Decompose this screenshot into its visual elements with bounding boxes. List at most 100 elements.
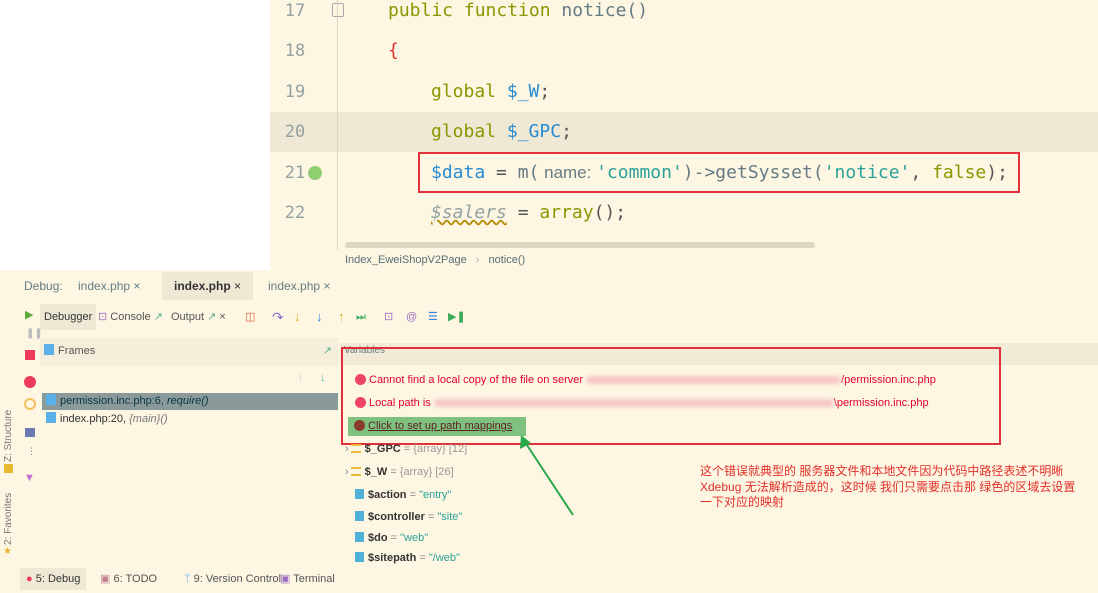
breadcrumb-method[interactable]: notice() (489, 254, 526, 266)
code-lines[interactable]: 17 18 19 20 21 22 public function notice… (270, 0, 1098, 250)
star-icon: ★ (3, 546, 12, 557)
var-eq: = (416, 552, 429, 564)
fold-icon[interactable] (332, 3, 344, 17)
line-number: 22 (284, 203, 306, 223)
array-icon (350, 467, 361, 476)
string-icon (355, 532, 364, 542)
pin-arrow-icon[interactable]: ↗ (323, 338, 332, 364)
tab-label: Console (110, 311, 151, 323)
stop-icon[interactable] (25, 350, 35, 360)
tab-output[interactable]: Output ↗ × (171, 304, 226, 330)
code-token: global (431, 121, 497, 142)
variable-row[interactable]: $controller = "site" (345, 508, 462, 526)
annotation-arrow (520, 435, 574, 516)
frame-item[interactable]: index.php:20, {main}() (42, 411, 338, 428)
close-icon[interactable]: × (133, 279, 140, 293)
code-token: public function (388, 0, 551, 21)
horizontal-scrollbar[interactable] (345, 242, 815, 248)
restore-layout-icon[interactable]: ◫ (245, 304, 255, 330)
tab-label: index.php (268, 279, 321, 293)
frame-item[interactable]: permission.inc.php:6, require() (42, 393, 338, 410)
code-token: ; (539, 81, 551, 102)
frame-function: require() (167, 395, 209, 407)
variable-row[interactable]: $action = "entry" (345, 486, 451, 504)
pin-arrow-icon: ↗ (153, 311, 163, 323)
evaluate-icon[interactable]: ⊡ (384, 304, 393, 330)
breadcrumb-class[interactable]: Index_EweiShopV2Page (345, 254, 467, 266)
terminal-icon: ▣ (280, 573, 291, 585)
code-token: notice() (550, 0, 649, 21)
button-label: 6: TODO (113, 573, 158, 585)
close-icon[interactable]: × (219, 311, 225, 323)
file-icon (46, 394, 56, 405)
step-into-icon[interactable]: ↓ (294, 304, 301, 330)
console-icon: ⊡ (98, 311, 108, 323)
resume-icon[interactable]: ▶ (25, 308, 33, 321)
version-control-tool-button[interactable]: ᛘ 9: Version Control (178, 568, 287, 590)
pin-icon[interactable]: ▼ (24, 472, 35, 484)
expand-icon[interactable]: › (345, 443, 349, 455)
line-number: 20 (284, 122, 306, 142)
debug-tab[interactable]: index.php × (78, 272, 140, 300)
list-icon[interactable]: ☰ (428, 304, 438, 330)
code-token: array (539, 202, 594, 223)
run-to-cursor-icon[interactable]: ⏭ (356, 304, 366, 330)
view-breakpoints-icon[interactable] (24, 376, 36, 388)
mute-breakpoints-icon[interactable] (24, 398, 36, 410)
frames-icon (44, 344, 54, 355)
string-icon (355, 552, 364, 562)
variable-row[interactable]: $sitepath = "/web" (345, 549, 460, 567)
var-eq: = (387, 532, 401, 544)
var-name: $_GPC (364, 443, 401, 455)
close-icon[interactable]: × (323, 279, 330, 293)
var-name: $_W (364, 466, 388, 478)
frame-up-icon[interactable]: ↑ (298, 372, 304, 384)
branch-icon: ᛘ (184, 573, 191, 585)
tab-label: index.php (78, 279, 131, 293)
frame-down-icon[interactable]: ↓ (320, 372, 326, 384)
frames-title: Frames (58, 345, 96, 357)
terminal-tool-button[interactable]: ▣ Terminal (274, 568, 341, 590)
code-token: (); (593, 202, 627, 223)
watch-icon[interactable]: @ (406, 304, 417, 330)
breakpoint-verified-icon[interactable] (308, 166, 322, 180)
close-icon[interactable]: × (234, 279, 241, 293)
structure-icon (4, 464, 13, 473)
line-number: 18 (284, 41, 306, 61)
code-token: global (431, 81, 497, 102)
debug-tabs: Debug: index.php × index.php × index.php… (0, 272, 1098, 300)
force-step-into-icon[interactable]: ↓ (316, 304, 323, 330)
button-label: Terminal (293, 573, 335, 585)
var-name: $do (368, 532, 388, 544)
debug-tool-button[interactable]: ● 5: Debug (20, 568, 87, 590)
variable-row[interactable]: › $_W = {array} [26] (345, 463, 454, 481)
step-out-icon[interactable]: ↑ (338, 304, 345, 330)
tab-debugger[interactable]: Debugger (40, 304, 97, 330)
var-type: {array} (413, 443, 446, 455)
resume-program-icon[interactable]: ▶❚ (448, 304, 466, 330)
left-blank-area (0, 0, 270, 270)
expand-icon[interactable]: › (345, 466, 349, 478)
highlight-box-code (418, 152, 1020, 193)
variable-row[interactable]: › $_GPC = {array} [12] (345, 440, 467, 458)
tab-label: index.php (174, 279, 231, 293)
more-icon[interactable]: ⋮ (27, 446, 36, 457)
debug-tab[interactable]: index.php × (268, 272, 330, 300)
variable-row[interactable]: $do = "web" (345, 529, 428, 547)
left-tool-strip: Z: Structure 2: Favorites ★ (0, 400, 18, 570)
var-value: "site" (437, 511, 463, 523)
string-icon (355, 511, 364, 521)
layout-icon[interactable] (25, 428, 35, 437)
bottom-tool-bar: ● 5: Debug ▣ 6: TODO ᛘ 9: Version Contro… (18, 568, 1098, 590)
step-over-icon[interactable]: ↷ (272, 304, 284, 330)
code-token: $salers (431, 202, 507, 223)
code-token: $_GPC (496, 121, 562, 142)
tab-console[interactable]: ⊡ Console ↗ (98, 304, 163, 330)
favorites-tab[interactable]: 2: Favorites (3, 493, 14, 545)
todo-tool-button[interactable]: ▣ 6: TODO (94, 568, 163, 590)
debug-tab-active[interactable]: index.php × (162, 272, 254, 300)
frame-name: permission.inc.php:6, (60, 395, 164, 407)
var-eq: = (406, 489, 420, 501)
tab-label: Output (171, 311, 205, 323)
structure-tab[interactable]: Z: Structure (3, 410, 14, 462)
